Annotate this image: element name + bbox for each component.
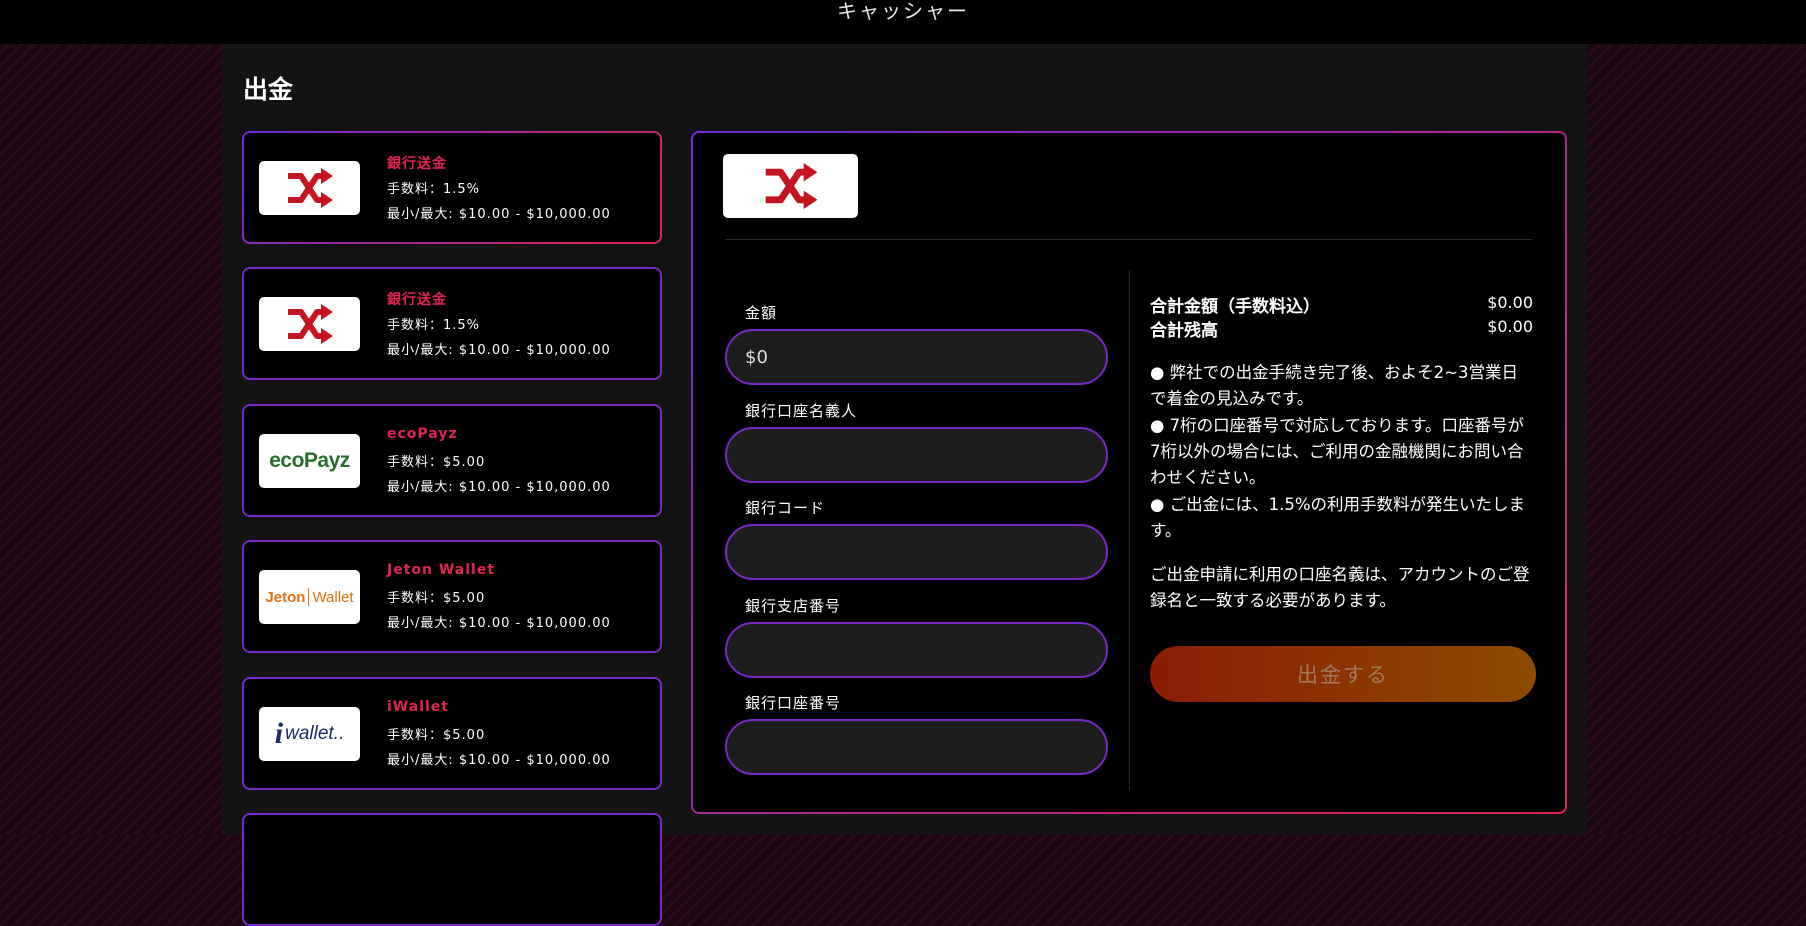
method-limits: 最小/最大: $10.00 - $10,000.00 bbox=[387, 480, 611, 495]
top-bar: キャッシャー bbox=[0, 0, 1806, 44]
account-number-label: 銀行口座番号 bbox=[745, 694, 842, 712]
bank-code-label: 銀行コード bbox=[745, 499, 826, 517]
jeton-wallet-logo: Jeton Wallet bbox=[259, 570, 360, 624]
method-card-jeton-wallet[interactable]: Jeton Wallet Jeton Wallet 手数料：$5.00 最小/最… bbox=[242, 540, 662, 653]
jeton-logo-divider bbox=[308, 588, 310, 606]
method-card-ecopayz[interactable]: ecoPayz ecoPayz 手数料：$5.00 最小/最大: $10.00 … bbox=[242, 404, 662, 517]
total-amount-value: $0.00 bbox=[1487, 293, 1533, 312]
column-divider bbox=[1129, 270, 1130, 790]
account-number-input[interactable] bbox=[725, 719, 1108, 775]
account-holder-label: 銀行口座名義人 bbox=[745, 402, 858, 420]
ecopayz-logo-text: ecoPayz bbox=[269, 449, 350, 472]
shuffle-icon bbox=[723, 154, 858, 218]
method-fee: 手数料：$5.00 bbox=[387, 591, 486, 606]
shuffle-icon bbox=[259, 297, 360, 351]
method-name: iWallet bbox=[387, 699, 449, 715]
method-fee: 手数料：$5.00 bbox=[387, 728, 486, 743]
method-name: Jeton Wallet bbox=[387, 562, 496, 578]
ecopayz-logo: ecoPayz bbox=[259, 434, 360, 488]
iwallet-logo: i wallet.. bbox=[259, 707, 360, 761]
note-processing-time: ● 弊社での出金手続き完了後、およそ2~3営業日で着金の見込みです。 bbox=[1150, 363, 1518, 408]
method-limits: 最小/最大: $10.00 - $10,000.00 bbox=[387, 616, 611, 631]
withdrawal-detail-panel: 金額 銀行口座名義人 銀行コード 銀行支店番号 銀行口座番号 合計金額（手数料込… bbox=[691, 131, 1567, 814]
total-balance-value: $0.00 bbox=[1487, 317, 1533, 336]
method-limits: 最小/最大: $10.00 - $10,000.00 bbox=[387, 343, 611, 358]
jeton-logo-left: Jeton bbox=[265, 588, 306, 606]
method-name: 銀行送金 bbox=[387, 292, 447, 308]
total-balance-label: 合計残高 bbox=[1150, 321, 1218, 341]
withdraw-button[interactable]: 出金する bbox=[1150, 646, 1536, 702]
method-card-bank-transfer-1[interactable]: 銀行送金 手数料：1.5% 最小/最大: $10.00 - $10,000.00 bbox=[242, 131, 662, 244]
branch-number-label: 銀行支店番号 bbox=[745, 597, 842, 615]
method-fee: 手数料：1.5% bbox=[387, 182, 481, 197]
method-limits: 最小/最大: $10.00 - $10,000.00 bbox=[387, 207, 611, 222]
method-name: ecoPayz bbox=[387, 426, 458, 442]
note-account-digits: ● 7桁の口座番号で対応しております。口座番号が7桁以外の場合には、ご利用の金融… bbox=[1150, 416, 1524, 487]
branch-number-input[interactable] bbox=[725, 622, 1108, 678]
iwallet-logo-text: wallet.. bbox=[285, 723, 345, 744]
account-holder-input[interactable] bbox=[725, 427, 1108, 483]
method-fee: 手数料：1.5% bbox=[387, 318, 481, 333]
iwallet-logo-i: i bbox=[274, 717, 284, 750]
shuffle-icon bbox=[259, 161, 360, 215]
amount-label: 金額 bbox=[745, 304, 778, 322]
method-fee: 手数料：$5.00 bbox=[387, 455, 486, 470]
method-card-more[interactable] bbox=[242, 813, 662, 926]
cashier-title: キャッシャー bbox=[837, 0, 969, 23]
page-title: 出金 bbox=[243, 75, 294, 104]
method-card-iwallet[interactable]: i wallet.. iWallet 手数料：$5.00 最小/最大: $10.… bbox=[242, 677, 662, 790]
method-name: 銀行送金 bbox=[387, 156, 447, 172]
amount-input[interactable] bbox=[725, 329, 1108, 385]
account-name-note: ご出金申請に利用の口座名義は、アカウントのご登録名と一致する必要があります。 bbox=[1150, 565, 1530, 610]
method-limits: 最小/最大: $10.00 - $10,000.00 bbox=[387, 753, 611, 768]
bank-code-input[interactable] bbox=[725, 524, 1108, 580]
note-fee: ● ご出金には、1.5%の利用手数料が発生いたします。 bbox=[1150, 495, 1526, 540]
jeton-logo-right: Wallet bbox=[312, 588, 354, 606]
total-amount-label: 合計金額（手数料込） bbox=[1150, 297, 1320, 317]
method-card-bank-transfer-2[interactable]: 銀行送金 手数料：1.5% 最小/最大: $10.00 - $10,000.00 bbox=[242, 267, 662, 380]
divider bbox=[725, 239, 1532, 240]
